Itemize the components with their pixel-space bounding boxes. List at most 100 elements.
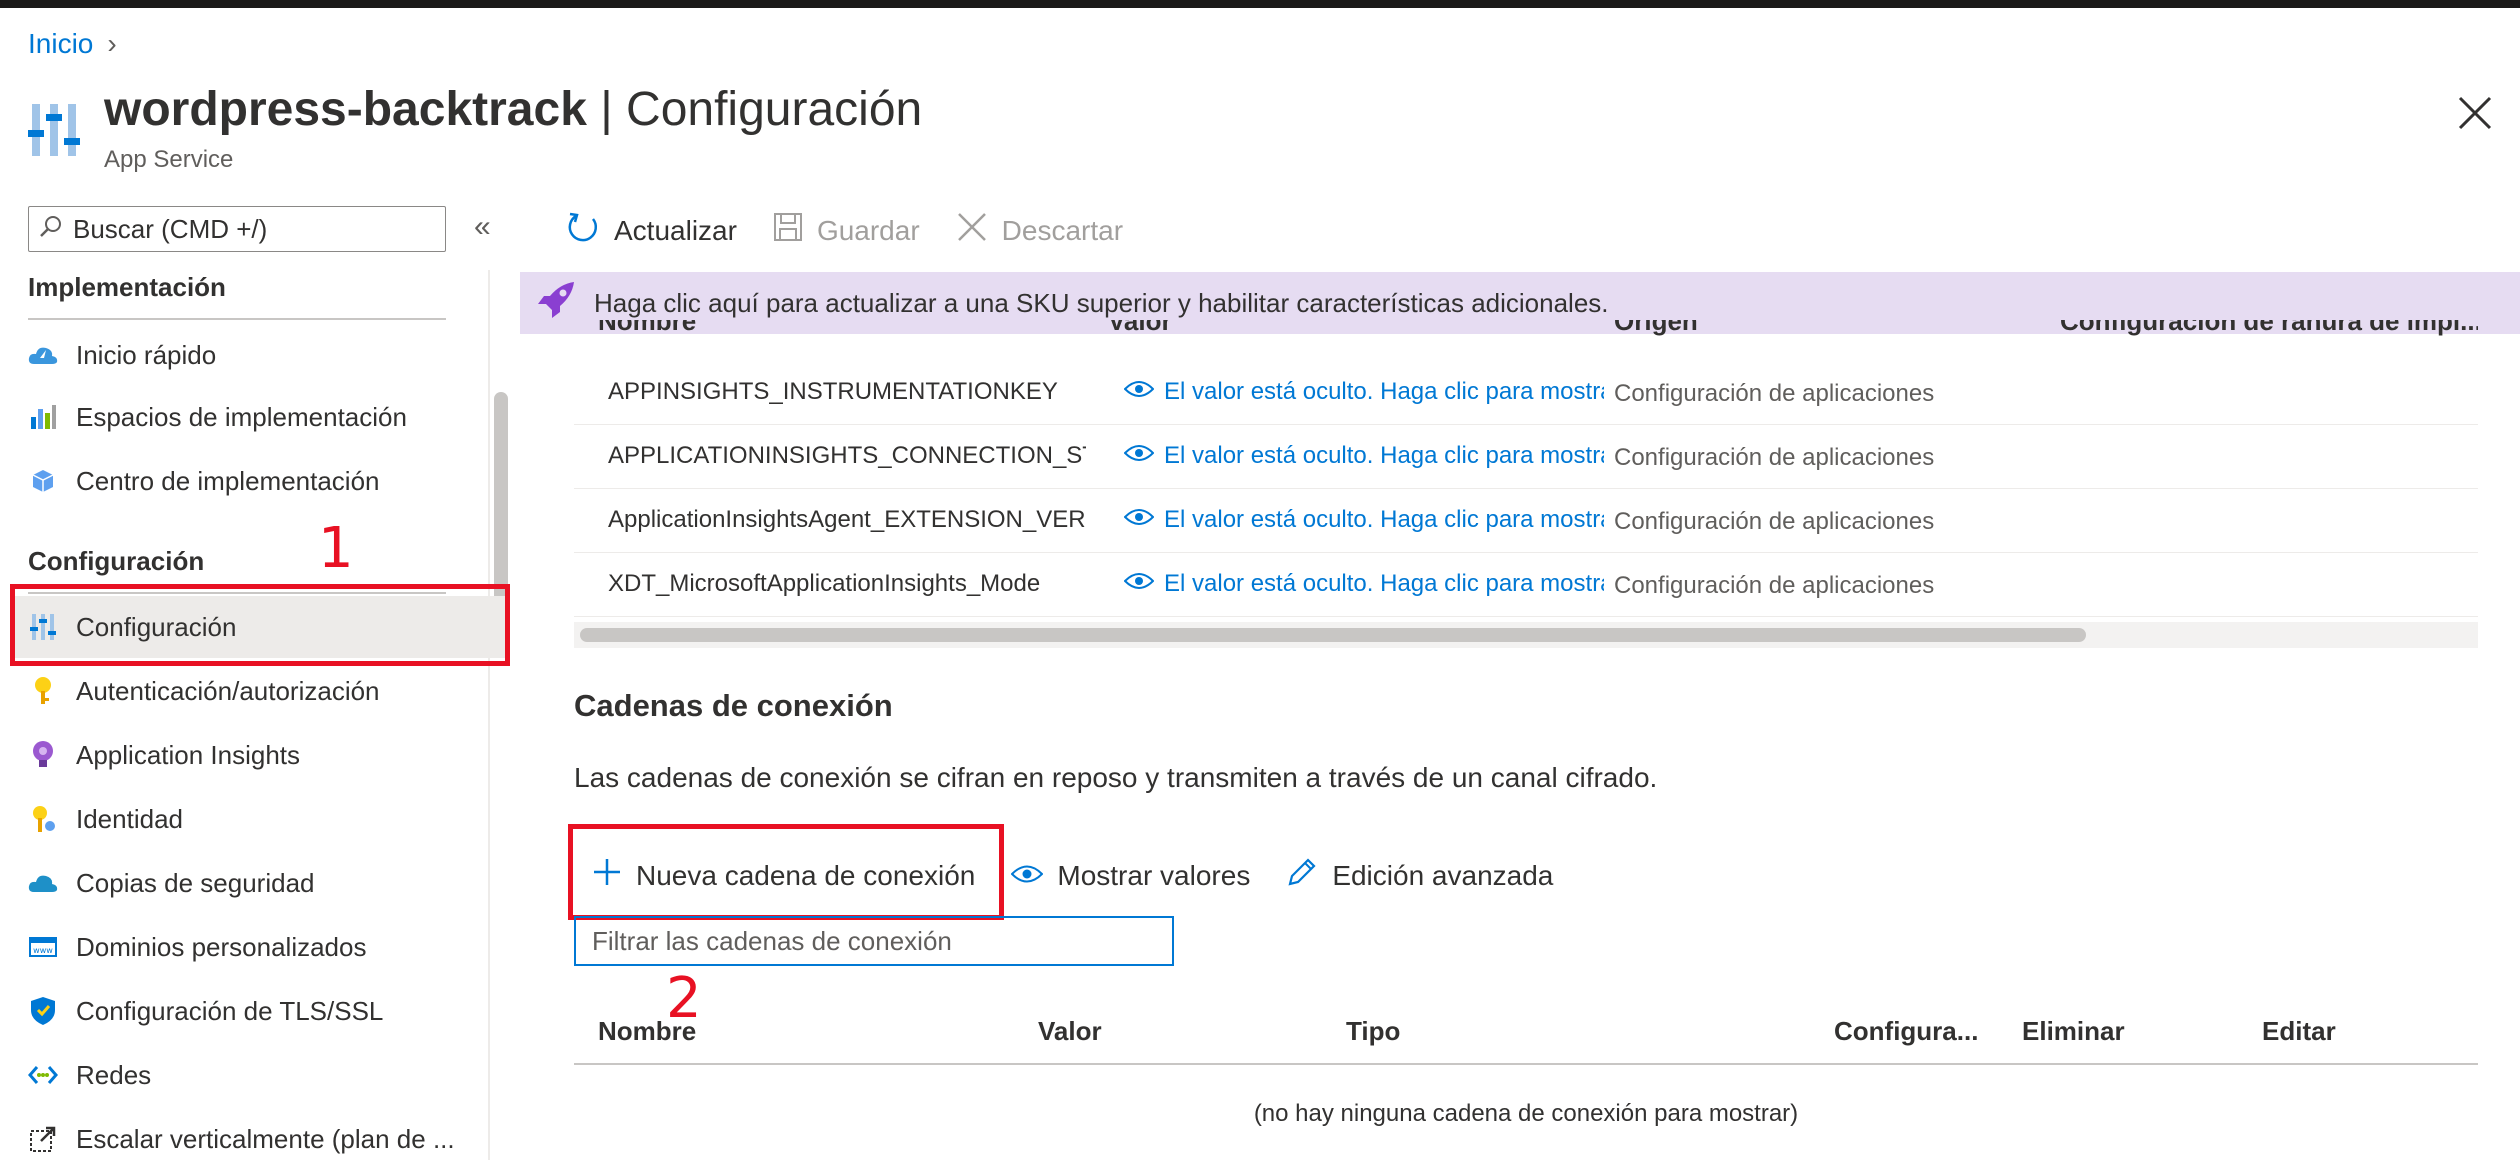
sidebar-item-label: Centro de implementación [76, 465, 380, 496]
breadcrumb-home-link[interactable]: Inicio [28, 28, 93, 60]
table-row[interactable]: APPLICATIONINSIGHTS_CONNECTION_STRING El… [574, 424, 2478, 489]
eye-icon [1124, 442, 1155, 470]
eye-icon [1010, 860, 1044, 892]
sidebar-item-label: Configuración de TLS/SSL [76, 995, 384, 1026]
show-values-button[interactable]: Mostrar valores [1010, 859, 1251, 892]
column-header[interactable]: Origen [1614, 320, 1698, 337]
sidebar-item-custom-domains[interactable]: www Dominios personalizados [28, 916, 488, 978]
table-row[interactable]: APPINSIGHTS_INSTRUMENTATIONKEY El valor … [574, 360, 2478, 425]
refresh-label: Actualizar [614, 214, 737, 246]
setting-source: Configuración de aplicaciones [1614, 572, 1935, 599]
nav-group-configuracion: Configuración [28, 546, 205, 576]
key-icon [28, 676, 58, 706]
refresh-button[interactable]: Actualizar [566, 210, 737, 251]
setting-name: XDT_MicrosoftApplicationInsights_Mode [608, 570, 1041, 597]
column-header[interactable]: Nombre [598, 320, 696, 337]
refresh-icon [566, 210, 600, 251]
save-label: Guardar [816, 214, 920, 246]
eye-icon [1124, 570, 1155, 598]
collapse-sidebar-icon[interactable]: « [474, 210, 491, 244]
sidebar-item-label: Escalar verticalmente (plan de ... [76, 1123, 455, 1154]
configuration-sliders-icon [28, 102, 80, 158]
discard-label: Descartar [1001, 214, 1124, 246]
sidebar-item-backups[interactable]: Copias de seguridad [28, 852, 488, 914]
section-title: Cadenas de conexión [574, 688, 893, 723]
discard-button[interactable]: Descartar [956, 211, 1123, 250]
show-values-label: Mostrar valores [1057, 859, 1251, 891]
backup-cloud-icon [28, 868, 58, 898]
lightbulb-icon [28, 740, 58, 770]
search-icon [39, 214, 63, 245]
scale-up-icon [28, 1124, 58, 1154]
sidebar-item-identity[interactable]: Identidad [28, 788, 488, 850]
setting-name: APPLICATIONINSIGHTS_CONNECTION_STRING [608, 442, 1086, 469]
networking-icon [28, 1060, 58, 1090]
save-icon [773, 212, 803, 249]
annotation-box-1 [10, 584, 510, 666]
title-page: Configuración [626, 83, 923, 136]
shield-icon [28, 996, 58, 1026]
sidebar-item-label: Espacios de implementación [76, 401, 407, 432]
eye-icon [1124, 378, 1155, 406]
hidden-value-link[interactable]: El valor está oculto. Haga clic para mos… [1124, 506, 1604, 534]
hidden-value-link[interactable]: El valor está oculto. Haga clic para mos… [1124, 378, 1604, 406]
hidden-value-link[interactable]: El valor está oculto. Haga clic para mos… [1124, 570, 1604, 598]
sidebar-item-scale-up[interactable]: Escalar verticalmente (plan de ... [28, 1108, 488, 1170]
annotation-box-2 [568, 824, 1004, 920]
sidebar-item-label: Dominios personalizados [76, 931, 367, 962]
sidebar-divider [488, 270, 490, 1160]
column-header[interactable]: Valor [1108, 320, 1172, 337]
eye-icon [1124, 506, 1155, 534]
section-description: Las cadenas de conexión se cifran en rep… [574, 762, 1658, 793]
advanced-edit-button[interactable]: Edición avanzada [1286, 856, 1553, 895]
sidebar-search-input[interactable]: Buscar (CMD +/) [28, 206, 446, 252]
sidebar-item-application-insights[interactable]: Application Insights [28, 724, 488, 786]
sidebar-item-tls-ssl[interactable]: Configuración de TLS/SSL [28, 980, 488, 1042]
page-title: wordpress-backtrack | Configuración [104, 82, 922, 137]
quickstart-cloud-icon [28, 340, 58, 370]
annotation-number-1: 1 [318, 516, 354, 581]
top-bar [0, 0, 2520, 8]
discard-icon [956, 211, 988, 250]
column-header[interactable]: Nombre [598, 1016, 696, 1047]
setting-source: Configuración de aplicaciones [1614, 444, 1935, 471]
table-header-divider [574, 1063, 2478, 1065]
sidebar-item-deployment-slots[interactable]: Espacios de implementación [28, 386, 488, 448]
sidebar-item-label: Inicio rápido [76, 339, 217, 370]
scrollbar-thumb[interactable] [580, 628, 2086, 642]
column-header[interactable]: Valor [1038, 1016, 1102, 1047]
filter-placeholder: Filtrar las cadenas de conexión [592, 925, 952, 956]
sidebar-item-label: Application Insights [76, 739, 301, 770]
table-row[interactable]: ApplicationInsightsAgent_EXTENSION_VERSI… [574, 488, 2478, 553]
banner-text: Haga clic aquí para actualizar a una SKU… [594, 287, 1609, 318]
app-settings-header: Nombre Valor Origen Configuración de ran… [574, 320, 2478, 342]
rocket-icon [536, 280, 576, 327]
sidebar-item-quickstart[interactable]: Inicio rápido [28, 324, 488, 386]
sidebar-item-deployment-center[interactable]: Centro de implementación [28, 450, 488, 512]
table-row[interactable]: XDT_MicrosoftApplicationInsights_Mode El… [574, 552, 2478, 617]
identity-key-icon [28, 804, 58, 834]
chevron-right-icon: › [107, 28, 117, 59]
title-separator: | [586, 83, 627, 136]
filter-connection-strings-input[interactable]: Filtrar las cadenas de conexión [574, 916, 1174, 966]
sidebar-item-label: Autenticación/autorización [76, 675, 380, 706]
column-header[interactable]: Tipo [1346, 1016, 1400, 1047]
sidebar-item-networking[interactable]: Redes [28, 1044, 488, 1106]
pencil-icon [1286, 856, 1318, 895]
group-divider [28, 318, 446, 320]
page-subtitle: App Service [104, 146, 234, 173]
sidebar-item-authentication[interactable]: Autenticación/autorización [28, 660, 488, 722]
advanced-edit-label: Edición avanzada [1332, 859, 1554, 891]
column-header[interactable]: Configuración de ranura de impl... [2060, 320, 2478, 337]
command-toolbar: Actualizar Guardar Descartar [566, 210, 1123, 251]
hidden-value-link[interactable]: El valor está oculto. Haga clic para mos… [1124, 442, 1604, 470]
setting-source: Configuración de aplicaciones [1614, 380, 1935, 407]
column-header[interactable]: Eliminar [2022, 1016, 2125, 1047]
close-icon[interactable] [2456, 94, 2494, 132]
save-button[interactable]: Guardar [773, 212, 920, 249]
breadcrumb: Inicio › [28, 28, 117, 60]
nav-group-implementacion: Implementación [28, 272, 226, 302]
column-header[interactable]: Editar [2262, 1016, 2336, 1047]
column-header[interactable]: Configura... [1834, 1016, 1978, 1047]
sidebar-scrollbar[interactable] [494, 392, 508, 612]
